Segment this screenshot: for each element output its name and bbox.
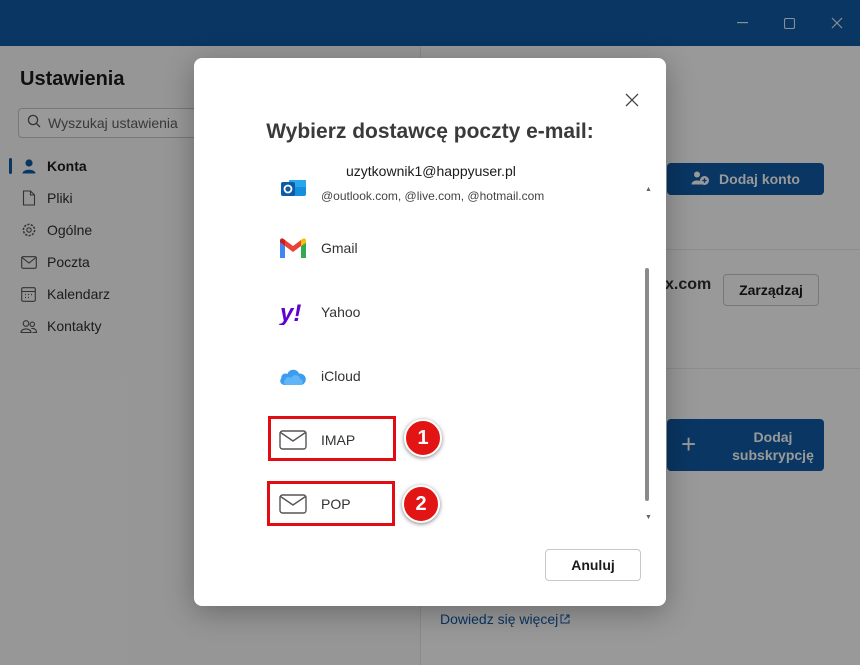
provider-outlook[interactable]: uzytkownik1@happyuser.pl @outlook.com, @…	[194, 158, 634, 208]
yahoo-icon: y!	[278, 298, 308, 326]
provider-yahoo[interactable]: y! Yahoo	[194, 292, 634, 332]
dialog-title: Wybierz dostawcę poczty e-mail:	[266, 120, 594, 143]
scroll-up-icon[interactable]: ▲	[645, 186, 652, 193]
email-provider-dialog: Wybierz dostawcę poczty e-mail: uzytkown…	[194, 58, 666, 606]
gmail-icon	[278, 234, 308, 262]
highlight-imap	[268, 416, 396, 461]
scroll-thumb[interactable]	[645, 268, 649, 501]
scroll-down-icon[interactable]: ▼	[645, 514, 652, 521]
step-badge-1: 1	[404, 419, 442, 457]
provider-gmail[interactable]: Gmail	[194, 228, 634, 268]
highlight-pop	[267, 481, 395, 526]
cancel-button[interactable]: Anuluj	[545, 549, 641, 581]
outlook-user: uzytkownik1@happyuser.pl	[346, 163, 516, 179]
close-icon[interactable]	[620, 88, 644, 112]
outlook-domains: @outlook.com, @live.com, @hotmail.com	[321, 189, 545, 203]
scrollbar[interactable]: ▲ ▼	[643, 186, 653, 526]
provider-list: uzytkownik1@happyuser.pl @outlook.com, @…	[194, 158, 666, 524]
provider-name: Yahoo	[321, 304, 361, 320]
provider-icloud[interactable]: iCloud	[194, 356, 634, 396]
step-badge-2: 2	[402, 485, 440, 523]
icloud-icon	[278, 362, 308, 390]
outlook-icon	[278, 176, 308, 196]
svg-text:y!: y!	[279, 300, 301, 325]
provider-name: iCloud	[321, 368, 361, 384]
provider-name: Gmail	[321, 240, 358, 256]
